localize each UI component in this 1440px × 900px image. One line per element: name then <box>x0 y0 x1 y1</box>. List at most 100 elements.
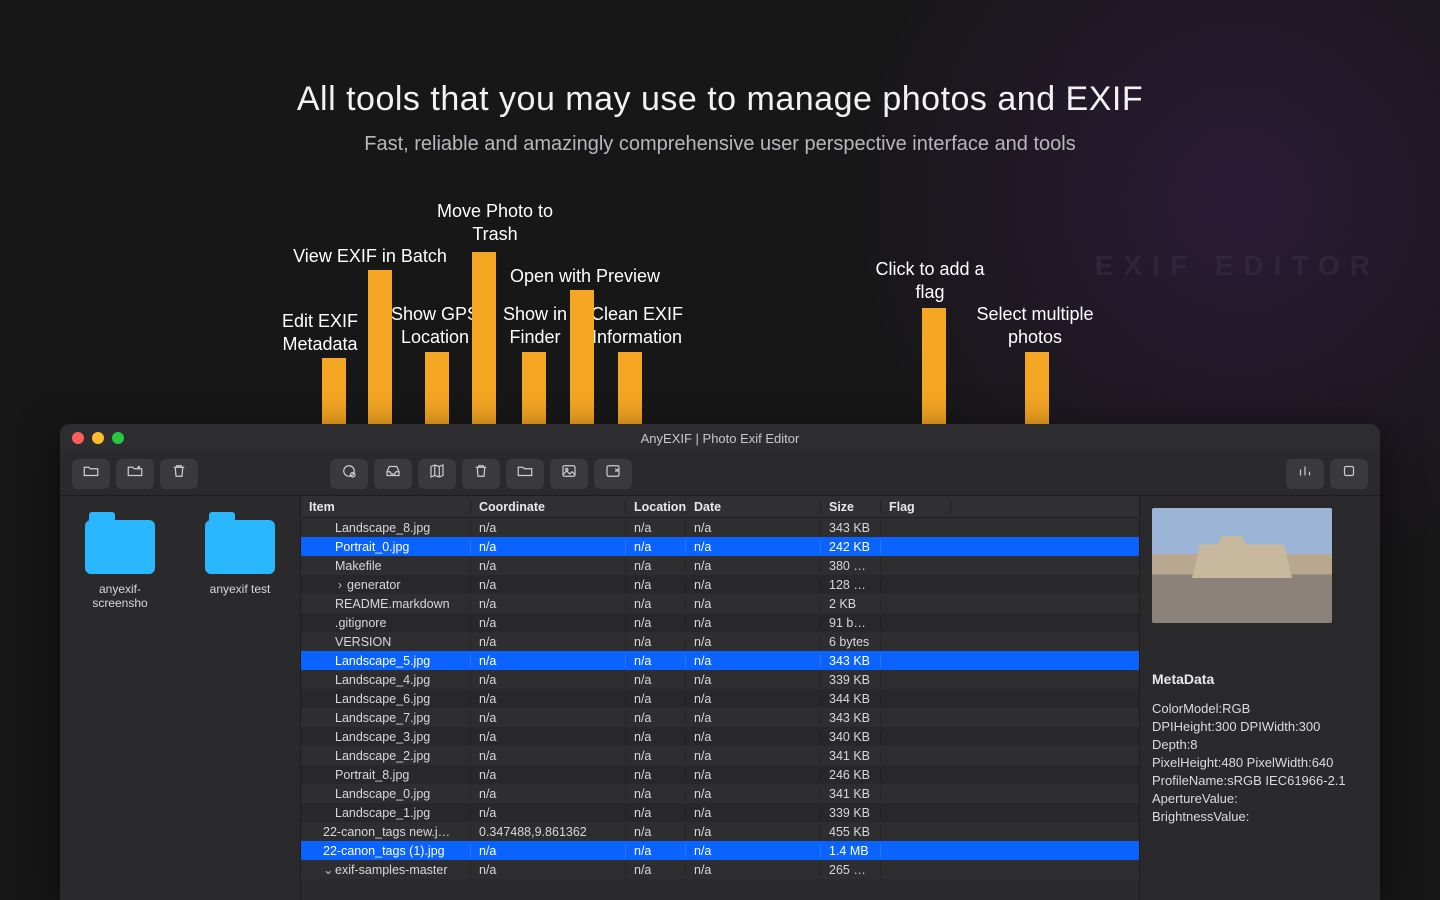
cell-date: n/a <box>686 654 821 668</box>
cell-coord: n/a <box>471 787 626 801</box>
titlebar[interactable]: AnyEXIF | Photo Exif Editor <box>60 424 1380 452</box>
headline-block: All tools that you may use to manage pho… <box>0 80 1440 156</box>
table-row[interactable]: ⌄exif-samples-mastern/an/an/a265 by… <box>301 860 1139 879</box>
cell-loc: n/a <box>626 540 686 554</box>
callout-view-batch: View EXIF in Batch <box>290 245 450 268</box>
cell-coord: n/a <box>471 692 626 706</box>
cell-item: Landscape_3.jpg <box>301 730 471 744</box>
table-row[interactable]: Landscape_2.jpgn/an/an/a341 KB <box>301 746 1139 765</box>
table-row[interactable]: Landscape_7.jpgn/an/an/a343 KB <box>301 708 1139 727</box>
table-row[interactable]: Landscape_1.jpgn/an/an/a339 KB <box>301 803 1139 822</box>
cell-size: 246 KB <box>821 768 881 782</box>
cell-item: Portrait_8.jpg <box>301 768 471 782</box>
cell-date: n/a <box>686 844 821 858</box>
table-row[interactable]: 22-canon_tags new.j…0.347488,9.861362n/a… <box>301 822 1139 841</box>
watermark-text: EXIF EDITOR <box>1095 250 1380 282</box>
edit-exif-button[interactable] <box>330 459 368 489</box>
inbox-icon <box>384 462 402 485</box>
cell-coord: n/a <box>471 673 626 687</box>
delete-button[interactable] <box>160 459 198 489</box>
table-row[interactable]: Landscape_6.jpgn/an/an/a344 KB <box>301 689 1139 708</box>
sidebar-folder-0[interactable]: anyexif-screensho <box>72 520 168 876</box>
cell-item: Landscape_5.jpg <box>301 654 471 668</box>
cell-size: 242 KB <box>821 540 881 554</box>
cell-size: 343 KB <box>821 521 881 535</box>
col-date[interactable]: Date <box>686 500 821 514</box>
map-icon <box>428 462 446 485</box>
cell-date: n/a <box>686 711 821 725</box>
cell-loc: n/a <box>626 806 686 820</box>
table-row[interactable]: Landscape_8.jpgn/an/an/a343 KB <box>301 518 1139 537</box>
clean-exif-button[interactable] <box>594 459 632 489</box>
metadata-line: ApertureValue: <box>1152 791 1368 806</box>
folder-icon <box>516 462 534 485</box>
cell-size: 6 bytes <box>821 635 881 649</box>
callout-edit-exif: Edit EXIFMetadata <box>260 310 380 355</box>
cell-coord: n/a <box>471 540 626 554</box>
image-remove-icon <box>604 462 622 485</box>
cell-date: n/a <box>686 673 821 687</box>
metadata-line: PixelHeight:480 PixelWidth:640 <box>1152 755 1368 770</box>
cell-coord: n/a <box>471 844 626 858</box>
folder-icon <box>85 520 155 574</box>
table-row[interactable]: Landscape_0.jpgn/an/an/a341 KB <box>301 784 1139 803</box>
sidebar-folder-label: anyexif test <box>192 582 288 596</box>
cell-loc: n/a <box>626 521 686 535</box>
cell-loc: n/a <box>626 635 686 649</box>
cell-loc: n/a <box>626 654 686 668</box>
col-coordinate[interactable]: Coordinate <box>471 500 626 514</box>
open-folder-button[interactable] <box>72 459 110 489</box>
table-row[interactable]: 22-canon_tags (1).jpgn/an/an/a1.4 MB <box>301 841 1139 860</box>
chart-icon <box>1296 462 1314 485</box>
misc-button[interactable] <box>1330 459 1368 489</box>
table-row[interactable]: ›generatorn/an/an/a128 by… <box>301 575 1139 594</box>
image-preview[interactable] <box>1152 508 1332 623</box>
cell-date: n/a <box>686 692 821 706</box>
table-row[interactable]: Landscape_5.jpgn/an/an/a343 KB <box>301 651 1139 670</box>
col-item[interactable]: Item <box>301 500 471 514</box>
cell-item: 22-canon_tags new.j… <box>301 825 471 839</box>
cell-coord: n/a <box>471 768 626 782</box>
toolbar <box>60 452 1380 496</box>
edit-exif-icon <box>340 462 358 485</box>
sidebar-folder-1[interactable]: anyexif test <box>192 520 288 876</box>
col-size[interactable]: Size <box>821 500 881 514</box>
move-trash-button[interactable] <box>462 459 500 489</box>
table-row[interactable]: VERSIONn/an/an/a6 bytes <box>301 632 1139 651</box>
show-finder-button[interactable] <box>506 459 544 489</box>
cell-item: Landscape_2.jpg <box>301 749 471 763</box>
trash-icon <box>472 462 490 485</box>
cell-loc: n/a <box>626 692 686 706</box>
add-folder-button[interactable] <box>116 459 154 489</box>
cell-size: 1.4 MB <box>821 844 881 858</box>
metadata-line: BrightnessValue: <box>1152 809 1368 824</box>
callout-show-gps: Show GPSLocation <box>380 303 490 348</box>
table-row[interactable]: README.markdownn/an/an/a2 KB <box>301 594 1139 613</box>
cell-item: ›generator <box>301 578 471 592</box>
col-flag[interactable]: Flag <box>881 500 951 514</box>
cell-date: n/a <box>686 635 821 649</box>
stats-button[interactable] <box>1286 459 1324 489</box>
table-row[interactable]: Portrait_0.jpgn/an/an/a242 KB <box>301 537 1139 556</box>
table-row[interactable]: Makefilen/an/an/a380 by… <box>301 556 1139 575</box>
cell-size: 339 KB <box>821 806 881 820</box>
cell-loc: n/a <box>626 787 686 801</box>
cell-item: Landscape_1.jpg <box>301 806 471 820</box>
table-header[interactable]: Item Coordinate Location Date Size Flag <box>301 496 1139 518</box>
sidebar: anyexif-screensho anyexif test <box>60 496 300 900</box>
table-row[interactable]: Landscape_4.jpgn/an/an/a339 KB <box>301 670 1139 689</box>
table-row[interactable]: Landscape_3.jpgn/an/an/a340 KB <box>301 727 1139 746</box>
cell-item: Landscape_7.jpg <box>301 711 471 725</box>
cell-item: README.markdown <box>301 597 471 611</box>
view-batch-button[interactable] <box>374 459 412 489</box>
table-row[interactable]: Portrait_8.jpgn/an/an/a246 KB <box>301 765 1139 784</box>
metadata-line: DPIHeight:300 DPIWidth:300 <box>1152 719 1368 734</box>
open-preview-button[interactable] <box>550 459 588 489</box>
cell-size: 128 by… <box>821 578 881 592</box>
col-location[interactable]: Location <box>626 500 686 514</box>
cell-size: 340 KB <box>821 730 881 744</box>
cell-coord: n/a <box>471 863 626 877</box>
table-row[interactable]: .gitignoren/an/an/a91 bytes <box>301 613 1139 632</box>
show-gps-button[interactable] <box>418 459 456 489</box>
cell-loc: n/a <box>626 825 686 839</box>
